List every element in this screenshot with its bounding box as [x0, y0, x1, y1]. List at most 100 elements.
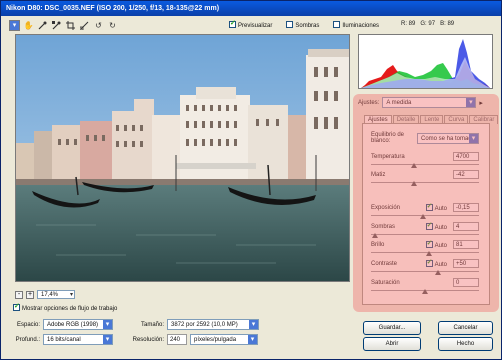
space-row: Espacio: Adobe RGB (1998)	[13, 319, 113, 330]
size-select[interactable]: 3872 por 2592 (10,0 MP)	[167, 319, 259, 330]
preview-label: Previsualizar	[238, 23, 273, 29]
resolution-row: Resolución: 240 píxeles/pulgada	[121, 334, 258, 345]
size-row: Tamaño: 3872 por 2592 (10,0 MP)	[121, 319, 259, 330]
g-label: G:	[420, 21, 427, 27]
zoom-select[interactable]: 17,4%	[37, 290, 75, 299]
shadows-slider-knob[interactable]	[372, 233, 379, 238]
temperature-value-input[interactable]: 4700	[453, 152, 479, 161]
resolution-unit-select[interactable]: píxeles/pulgada	[190, 334, 258, 345]
shadows-auto-checkbox[interactable]	[425, 221, 433, 230]
b-label: B:	[440, 21, 446, 27]
tint-slider[interactable]	[371, 180, 479, 186]
workflow-toggle[interactable]: Mostrar opciones de flujo de trabajo	[13, 302, 118, 312]
brightness-row: Brillo Auto 81	[371, 239, 479, 249]
depth-label: Profund.:	[15, 336, 40, 343]
space-select[interactable]: Adobe RGB (1998)	[43, 319, 113, 330]
white-balance-label: Equilibrio de blanco:	[371, 132, 405, 144]
highlights-label: Iluminaciones	[342, 23, 380, 29]
view-options: Previsualizar Sombras Iluminaciones	[229, 19, 379, 29]
temperature-slider-knob[interactable]	[411, 163, 418, 168]
tint-slider-knob[interactable]	[411, 181, 418, 186]
zoom-out-button[interactable]: -	[15, 290, 23, 299]
tint-value-input[interactable]: -42	[453, 170, 479, 179]
shadows-checkbox[interactable]	[286, 21, 294, 28]
zoom-in-button[interactable]: +	[26, 290, 34, 299]
shadows-label: Sombras	[295, 23, 320, 29]
contrast-label: Contraste	[371, 260, 398, 267]
contrast-slider-knob[interactable]	[434, 270, 441, 275]
contrast-value-input[interactable]: +50	[453, 259, 479, 268]
zoom-control: - + 17,4%	[15, 290, 75, 299]
exposure-slider-knob[interactable]	[419, 214, 426, 219]
brightness-auto-label: Auto	[434, 242, 447, 249]
rotate-ccw-icon[interactable]: ↺	[93, 20, 104, 31]
settings-select[interactable]: A medida	[382, 97, 477, 108]
image-preview[interactable]	[15, 34, 350, 282]
hand-icon[interactable]: ✋	[23, 20, 34, 31]
cancel-button[interactable]: Cancelar	[438, 321, 493, 335]
b-value: 89	[447, 21, 455, 27]
exposure-auto-label: Auto	[434, 205, 447, 212]
shadows-label: Sombras	[371, 223, 396, 230]
straighten-icon[interactable]	[79, 20, 90, 31]
brightness-slider[interactable]	[371, 250, 479, 256]
white-balance-select[interactable]: Como se ha tomado	[417, 132, 479, 144]
histogram	[358, 34, 493, 89]
brightness-auto-toggle[interactable]: Auto	[425, 239, 447, 249]
space-label: Espacio:	[16, 321, 40, 328]
preview-checkbox[interactable]	[229, 19, 236, 28]
contrast-auto-label: Auto	[434, 261, 447, 268]
workflow-label: Mostrar opciones de flujo de trabajo	[22, 306, 118, 312]
size-label: Tamaño:	[140, 321, 164, 328]
white-balance-eyedropper-icon[interactable]	[37, 20, 48, 31]
brightness-value-input[interactable]: 81	[453, 240, 479, 249]
open-button[interactable]: Abrir	[363, 337, 421, 351]
contrast-auto-toggle[interactable]: Auto	[425, 258, 447, 268]
preview-toggle[interactable]: Previsualizar	[229, 19, 273, 29]
white-balance-row: Equilibrio de blanco: Como se ha tomado	[371, 132, 479, 144]
settings-label: Ajustes:	[358, 99, 380, 106]
highlights-toggle[interactable]: Iluminaciones	[333, 21, 379, 29]
exposure-auto-checkbox[interactable]	[425, 202, 433, 211]
done-button[interactable]: Hecho	[438, 337, 493, 351]
contrast-slider[interactable]	[371, 269, 479, 275]
exposure-auto-toggle[interactable]: Auto	[425, 202, 447, 212]
g-value: 97	[428, 21, 436, 27]
saturation-label: Saturación	[371, 279, 400, 286]
saturation-slider-knob[interactable]	[422, 289, 428, 294]
shadows-value-input[interactable]: 4	[453, 222, 479, 231]
rotate-cw-icon[interactable]: ↻	[107, 20, 118, 31]
exposure-value-input[interactable]: -0,15	[453, 203, 479, 212]
shadows-toggle[interactable]: Sombras	[286, 21, 319, 29]
highlights-checkbox[interactable]	[333, 21, 341, 28]
crop-icon[interactable]	[65, 20, 76, 31]
resolution-input[interactable]: 240	[167, 334, 187, 345]
exposure-label: Exposición	[371, 204, 401, 211]
contrast-row: Contraste Auto +50	[371, 258, 479, 268]
depth-select[interactable]: 16 bits/canal	[43, 334, 113, 345]
settings-menu-icon[interactable]: ▸	[479, 99, 483, 107]
shadows-row: Sombras Auto 4	[371, 221, 479, 231]
shadows-auto-toggle[interactable]: Auto	[425, 221, 447, 231]
brightness-label: Brillo	[371, 241, 385, 248]
contrast-auto-checkbox[interactable]	[425, 258, 433, 267]
brightness-slider-knob[interactable]	[426, 251, 433, 256]
exposure-slider[interactable]	[371, 213, 479, 219]
tint-label: Matiz	[371, 171, 386, 178]
temperature-slider[interactable]	[371, 162, 479, 168]
r-label: R:	[401, 21, 407, 27]
saturation-slider[interactable]	[371, 288, 479, 294]
workflow-checkbox[interactable]	[13, 302, 20, 311]
zoom-icon[interactable]	[9, 20, 20, 31]
brightness-auto-checkbox[interactable]	[425, 239, 433, 248]
saturation-value-input[interactable]: 0	[453, 278, 479, 287]
shadows-slider[interactable]	[371, 232, 479, 238]
temperature-row: Temperatura 4700	[371, 152, 479, 161]
temperature-label: Temperatura	[371, 153, 405, 160]
color-sampler-icon[interactable]	[51, 20, 62, 31]
settings-row: Ajustes: A medida ▸	[358, 97, 493, 108]
tint-row: Matiz -42	[371, 170, 479, 179]
depth-row: Profund.: 16 bits/canal	[13, 334, 113, 345]
save-button[interactable]: Guardar...	[363, 321, 421, 335]
rgb-readout: R: 89 G: 97 B: 89	[401, 21, 454, 27]
